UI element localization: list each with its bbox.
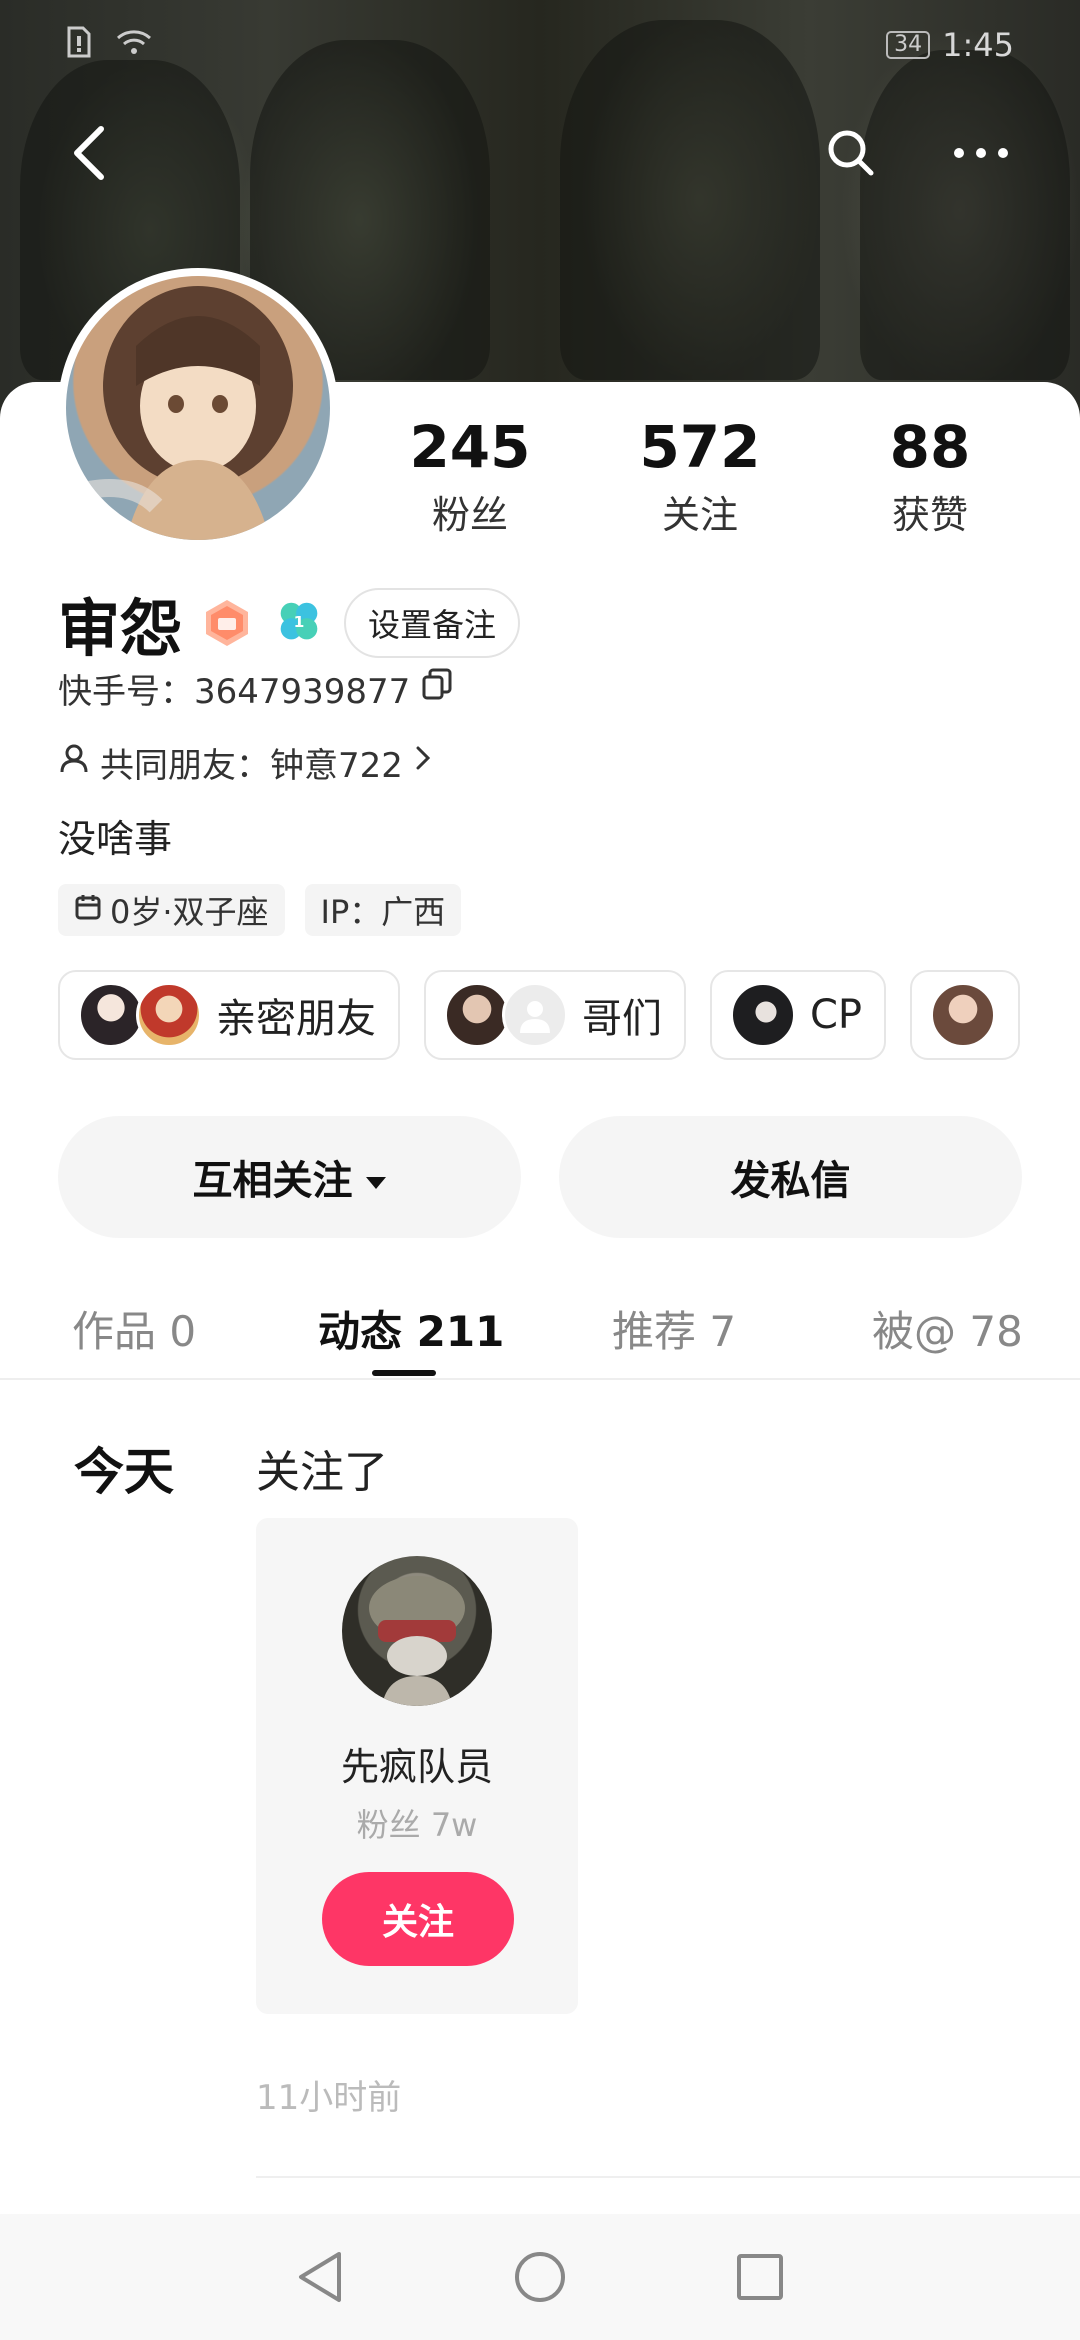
followed-user-name: 先疯队员 — [340, 1745, 493, 1789]
tab-works[interactable]: 作品 0 — [72, 1298, 196, 1359]
group-avatars — [930, 982, 997, 1048]
group-avatars — [444, 982, 568, 1048]
calendar-icon — [74, 891, 102, 929]
wifi-icon — [114, 26, 154, 66]
group-avatars — [730, 982, 796, 1048]
age-tag: 0岁·双子座 — [58, 884, 285, 936]
avatar-illustration — [66, 286, 293, 540]
stat-following-count: 572 — [639, 413, 761, 481]
followed-user-avatar[interactable] — [342, 1556, 492, 1706]
tab-recommended[interactable]: 推荐 7 — [612, 1298, 736, 1359]
stat-likes-count: 88 — [889, 413, 971, 481]
group-more[interactable] — [910, 970, 1021, 1060]
cover-figure — [560, 20, 820, 380]
group-buddies[interactable]: 哥们 — [424, 970, 686, 1060]
profile-name: 审怨 — [58, 592, 183, 665]
person-icon — [58, 742, 90, 783]
status-time: 1:45 — [942, 26, 1014, 64]
more-dots-icon — [954, 148, 1008, 158]
group-label: 亲密朋友 — [216, 996, 376, 1042]
avatar — [78, 982, 144, 1048]
cover-figure — [860, 50, 1070, 380]
avatar — [930, 982, 997, 1048]
status-bar: 34 1:45 — [0, 22, 1080, 70]
more-button[interactable] — [946, 118, 1016, 188]
tab-mentions[interactable]: 被@ 78 — [872, 1298, 1023, 1359]
stat-fans[interactable]: 245 粉丝 — [380, 412, 560, 539]
followed-user-card[interactable]: 先疯队员 粉丝 7w 关注 — [256, 1518, 578, 2014]
profile-actions: 互相关注 发私信 — [58, 1116, 1022, 1238]
stat-likes-label: 获赞 — [891, 493, 968, 537]
nav-home-icon — [515, 2252, 565, 2302]
feed-day: 今天 — [74, 1443, 174, 1501]
kuaishou-id-row: 快手号：3647939877 — [58, 664, 452, 713]
avatar — [136, 982, 202, 1048]
send-message-button[interactable]: 发私信 — [559, 1116, 1022, 1238]
content-tabs: 作品 0 动态 211 推荐 7 被@ 78 — [0, 1258, 1080, 1380]
nav-recents-button[interactable] — [720, 2237, 800, 2317]
set-remark-button[interactable]: 设置备注 — [344, 588, 521, 658]
stat-following-label: 关注 — [661, 493, 738, 537]
copy-icon[interactable] — [422, 668, 452, 709]
followed-user-fans: 粉丝 7w — [356, 1806, 478, 1844]
friend-groups: 亲密朋友 哥们 CP — [58, 970, 1021, 1060]
nav-back-button[interactable] — [280, 2237, 360, 2317]
mutual-follow-label: 互相关注 — [192, 1158, 353, 1204]
stat-fans-count: 245 — [409, 413, 531, 481]
ip-tag-text: IP：广西 — [320, 893, 446, 931]
group-avatars — [78, 982, 202, 1048]
profile-avatar[interactable] — [58, 268, 338, 548]
nav-back-icon — [299, 2252, 341, 2302]
stat-following[interactable]: 572 关注 — [610, 412, 790, 539]
caret-down-icon — [365, 1154, 387, 1200]
level-badge-icon[interactable] — [200, 596, 254, 650]
profile-stats: 245 粉丝 572 关注 88 获赞 — [380, 412, 1020, 539]
group-close-friends[interactable]: 亲密朋友 — [58, 970, 400, 1060]
kuaishou-id: 快手号：3647939877 — [58, 672, 411, 712]
name-row: 审怨 1 设置备注 — [58, 578, 521, 668]
tab-moments[interactable]: 动态 211 — [318, 1298, 504, 1359]
back-arrow-icon — [74, 126, 104, 180]
mutual-follow-button[interactable]: 互相关注 — [58, 1116, 521, 1238]
avatar — [730, 982, 796, 1048]
default-avatar-icon — [502, 982, 568, 1048]
nav-recents-icon — [737, 2254, 783, 2300]
back-button[interactable] — [54, 118, 124, 188]
avatar — [444, 982, 510, 1048]
feed-divider — [256, 2176, 1080, 2178]
follow-button[interactable]: 关注 — [322, 1872, 514, 1966]
sim-icon — [66, 26, 92, 66]
age-tag-text: 0岁·双子座 — [110, 893, 269, 931]
search-icon — [828, 130, 874, 176]
chevron-right-icon — [413, 742, 433, 783]
stat-fans-label: 粉丝 — [431, 493, 508, 537]
group-label: CP — [810, 992, 863, 1038]
nav-home-button[interactable] — [500, 2237, 580, 2317]
profile-tags: 0岁·双子座 IP：广西 — [58, 884, 462, 936]
search-button[interactable] — [816, 118, 886, 188]
mutual-friends-text: 共同朋友：钟意722 — [100, 746, 403, 786]
ip-tag: IP：广西 — [304, 884, 462, 936]
profile-bio: 没啥事 — [58, 817, 173, 861]
stat-likes[interactable]: 88 获赞 — [840, 412, 1020, 539]
group-label: 哥们 — [582, 996, 662, 1042]
clover-badge-icon[interactable]: 1 — [272, 596, 326, 650]
feed-action: 关注了 — [256, 1447, 388, 1498]
avatar-illustration — [369, 1576, 465, 1706]
system-nav-bar — [0, 2214, 1080, 2340]
feed-timestamp: 11小时前 — [256, 2078, 402, 2118]
battery-icon: 34 — [886, 31, 931, 59]
mutual-friends-row[interactable]: 共同朋友：钟意722 — [58, 738, 433, 787]
clover-badge-level: 1 — [294, 613, 305, 631]
group-cp[interactable]: CP — [710, 970, 887, 1060]
tab-indicator — [372, 1370, 436, 1376]
